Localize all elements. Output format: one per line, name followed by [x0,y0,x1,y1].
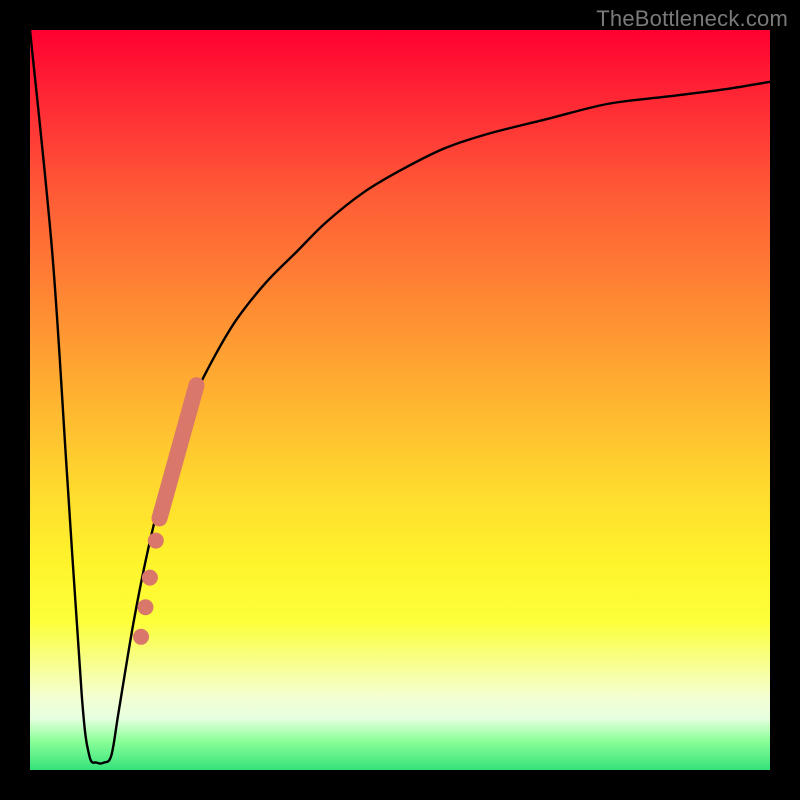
highlight-dot [142,570,158,586]
curve-layer [30,30,770,770]
highlight-dot [148,533,164,549]
watermark-text: TheBottleneck.com [596,6,788,32]
highlight-dot [133,629,149,645]
highlight-dot [137,599,153,615]
bottleneck-curve [30,30,770,764]
chart-frame: TheBottleneck.com [0,0,800,800]
plot-area [30,30,770,770]
highlight-thick-segment [160,385,197,518]
